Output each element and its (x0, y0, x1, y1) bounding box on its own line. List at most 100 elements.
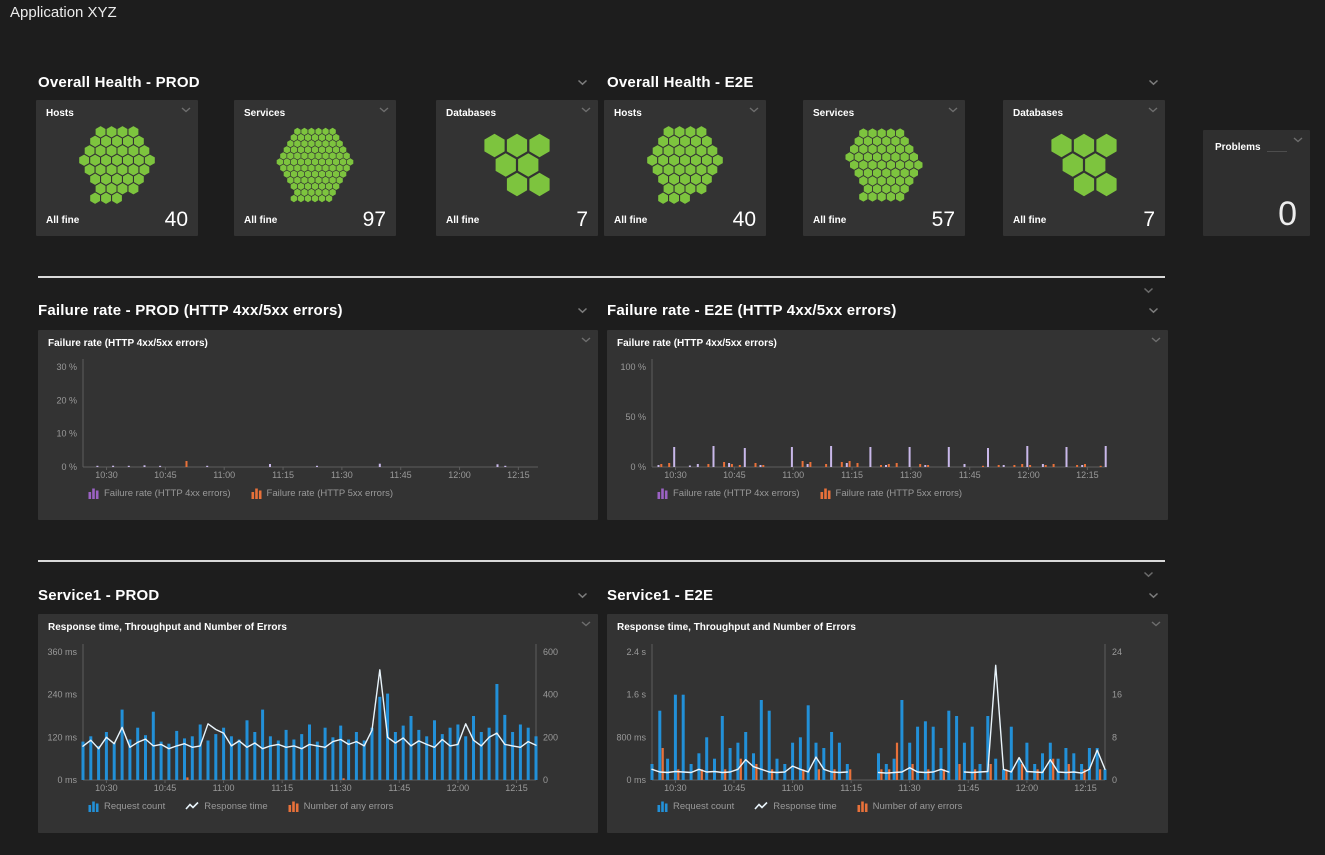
chevron-down-icon[interactable] (1151, 337, 1161, 343)
section-header-failure-e2e[interactable]: Failure rate - E2E (HTTP 4xx/5xx errors) (607, 300, 1159, 320)
collapse-chevron-icon[interactable] (1143, 565, 1154, 583)
svg-text:360 ms: 360 ms (47, 647, 77, 657)
legend-label: Failure rate (HTTP 4xx errors) (104, 488, 231, 499)
chevron-down-icon[interactable] (1148, 592, 1159, 599)
section-title-service-e2e: Service1 - E2E (607, 587, 713, 604)
chevron-down-icon[interactable] (749, 107, 759, 113)
legend-item-response-time[interactable]: Response time (754, 801, 836, 812)
svg-text:11:15: 11:15 (840, 783, 862, 793)
chart-tile-failure-e2e[interactable]: Failure rate (HTTP 4xx/5xx errors) 0 %50… (607, 330, 1168, 520)
svg-text:1.6 s: 1.6 s (626, 690, 646, 700)
section-header-service-prod[interactable]: Service1 - PROD (38, 585, 588, 605)
bar-chart-icon (657, 800, 668, 812)
bar-chart-icon (88, 800, 99, 812)
chevron-down-icon[interactable] (581, 337, 591, 343)
svg-text:11:15: 11:15 (841, 470, 863, 480)
chart-legend: Request count Response time Number of an… (657, 800, 962, 812)
legend-item-request-count[interactable]: Request count (88, 800, 165, 812)
svg-text:11:00: 11:00 (213, 783, 235, 793)
svg-text:11:30: 11:30 (899, 783, 921, 793)
chevron-down-icon[interactable] (1151, 621, 1161, 627)
bar-chart-icon (820, 487, 831, 499)
chevron-down-icon[interactable] (581, 621, 591, 627)
svg-text:11:30: 11:30 (330, 783, 352, 793)
health-tile-databases-prod[interactable]: Databases All fine 7 (436, 100, 598, 236)
svg-text:12:15: 12:15 (505, 783, 528, 793)
tile-title: Services (244, 108, 285, 119)
legend-item-5xx[interactable]: Failure rate (HTTP 5xx errors) (251, 487, 394, 499)
legend-item-errors[interactable]: Number of any errors (857, 800, 963, 812)
status-text: All fine (46, 215, 79, 226)
svg-text:0 ms: 0 ms (57, 775, 77, 785)
chart-title: Failure rate (HTTP 4xx/5xx errors) (48, 338, 208, 349)
svg-text:10:45: 10:45 (154, 470, 177, 480)
chevron-down-icon[interactable] (948, 107, 958, 113)
status-text: All fine (614, 215, 647, 226)
svg-text:11:30: 11:30 (900, 470, 922, 480)
collapse-chevron-icon[interactable] (1143, 281, 1154, 299)
legend-item-5xx[interactable]: Failure rate (HTTP 5xx errors) (820, 487, 963, 499)
section-header-health-e2e[interactable]: Overall Health - E2E (607, 72, 1159, 92)
svg-text:10:30: 10:30 (664, 470, 687, 480)
legend-item-errors[interactable]: Number of any errors (288, 800, 394, 812)
chevron-down-icon[interactable] (577, 79, 588, 86)
chevron-down-icon[interactable] (581, 107, 591, 113)
health-tile-services-e2e[interactable]: Services All fine 57 (803, 100, 965, 236)
service-metrics-chart[interactable]: 0 ms120 ms240 ms360 ms020040060010:3010:… (38, 614, 598, 802)
svg-text:10:45: 10:45 (723, 783, 746, 793)
health-tile-hosts-e2e[interactable]: Hosts All fine 40 (604, 100, 766, 236)
health-tile-services-prod[interactable]: Services All fine 97 (234, 100, 396, 236)
legend-item-4xx[interactable]: Failure rate (HTTP 4xx errors) (88, 487, 231, 499)
status-text: All fine (813, 215, 846, 226)
svg-text:600: 600 (543, 647, 558, 657)
failure-rate-chart[interactable]: 0 %50 %100 %10:3010:4511:0011:1511:3011:… (607, 330, 1168, 490)
service-metrics-chart[interactable]: 0 ms800 ms1.6 s2.4 s08162410:3010:4511:0… (607, 614, 1168, 802)
legend-item-response-time[interactable]: Response time (185, 801, 267, 812)
health-tile-databases-e2e[interactable]: Databases All fine 7 (1003, 100, 1165, 236)
chevron-down-icon[interactable] (181, 107, 191, 113)
chart-tile-service-e2e[interactable]: Response time, Throughput and Number of … (607, 614, 1168, 833)
section-separator (38, 276, 1165, 278)
legend-item-request-count[interactable]: Request count (657, 800, 734, 812)
chart-title: Response time, Throughput and Number of … (617, 622, 856, 633)
svg-text:11:00: 11:00 (782, 783, 804, 793)
chevron-down-icon[interactable] (1148, 107, 1158, 113)
health-tile-hosts-prod[interactable]: Hosts All fine 40 (36, 100, 198, 236)
svg-text:0 %: 0 % (630, 462, 646, 472)
legend-item-4xx[interactable]: Failure rate (HTTP 4xx errors) (657, 487, 800, 499)
page-title: Application XYZ (10, 4, 117, 21)
svg-text:240 ms: 240 ms (47, 690, 77, 700)
svg-text:12:00: 12:00 (1017, 470, 1040, 480)
chevron-down-icon[interactable] (1148, 79, 1159, 86)
chart-tile-failure-prod[interactable]: Failure rate (HTTP 4xx/5xx errors) 0 %10… (38, 330, 598, 520)
chevron-down-icon[interactable] (379, 107, 389, 113)
section-header-health-prod[interactable]: Overall Health - PROD (38, 72, 588, 92)
status-text: All fine (446, 215, 479, 226)
entity-count: 40 (733, 208, 756, 232)
svg-text:8: 8 (1112, 732, 1117, 742)
honeycomb-healthy (604, 118, 766, 212)
legend-label: Failure rate (HTTP 4xx errors) (673, 488, 800, 499)
chevron-down-icon[interactable] (1148, 307, 1159, 314)
chart-tile-service-prod[interactable]: Response time, Throughput and Number of … (38, 614, 598, 833)
problems-sparkline-placeholder (1267, 151, 1287, 152)
svg-text:2.4 s: 2.4 s (626, 647, 646, 657)
svg-text:100 %: 100 % (620, 362, 646, 372)
entity-count: 40 (165, 208, 188, 232)
section-title-failure-prod: Failure rate - PROD (HTTP 4xx/5xx errors… (38, 302, 343, 319)
chevron-down-icon[interactable] (1293, 137, 1303, 143)
dashboard: Application XYZ Overall Health - PROD Ov… (0, 0, 1325, 855)
section-title-failure-e2e: Failure rate - E2E (HTTP 4xx/5xx errors) (607, 302, 897, 319)
chart-title: Failure rate (HTTP 4xx/5xx errors) (617, 338, 777, 349)
section-header-failure-prod[interactable]: Failure rate - PROD (HTTP 4xx/5xx errors… (38, 300, 588, 320)
chart-title: Response time, Throughput and Number of … (48, 622, 287, 633)
failure-rate-chart[interactable]: 0 %10 %20 %30 %10:3010:4511:0011:1511:30… (38, 330, 598, 490)
section-header-service-e2e[interactable]: Service1 - E2E (607, 585, 1159, 605)
bar-chart-icon (251, 487, 262, 499)
entity-count: 97 (363, 208, 386, 232)
svg-text:10 %: 10 % (56, 429, 77, 439)
problems-tile[interactable]: Problems 0 (1203, 130, 1310, 236)
tile-title: Databases (446, 108, 496, 119)
chevron-down-icon[interactable] (577, 592, 588, 599)
chevron-down-icon[interactable] (577, 307, 588, 314)
